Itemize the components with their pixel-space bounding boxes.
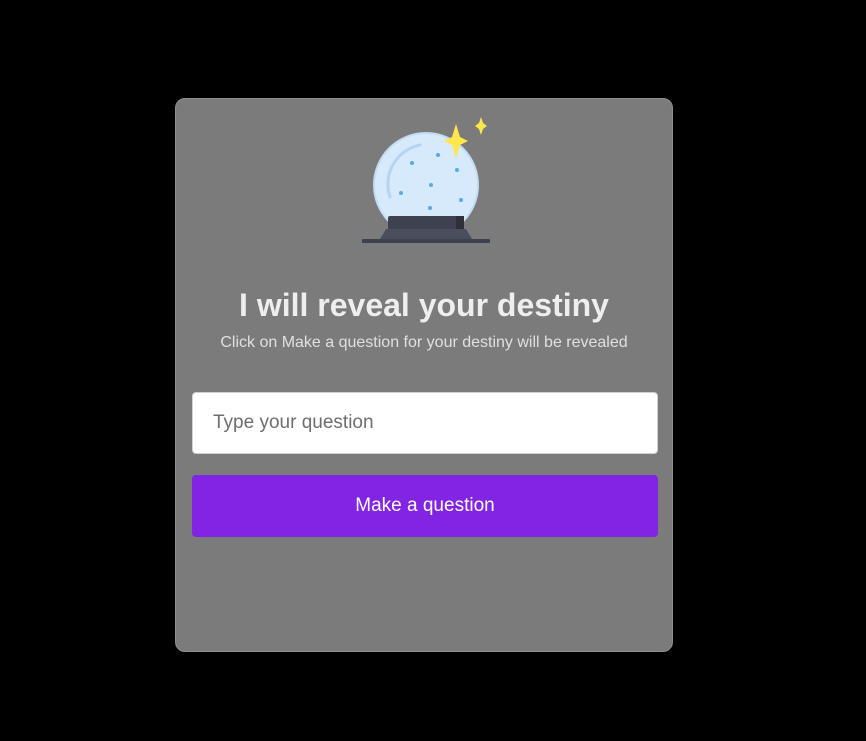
make-question-button[interactable]: Make a question	[192, 475, 658, 537]
page-subtitle: Click on Make a question for your destin…	[220, 334, 628, 351]
question-input[interactable]	[192, 392, 658, 454]
destiny-card: I will reveal your destiny Click on Make…	[175, 98, 673, 652]
crystal-ball-icon	[360, 115, 490, 245]
page-title: I will reveal your destiny	[239, 287, 609, 323]
